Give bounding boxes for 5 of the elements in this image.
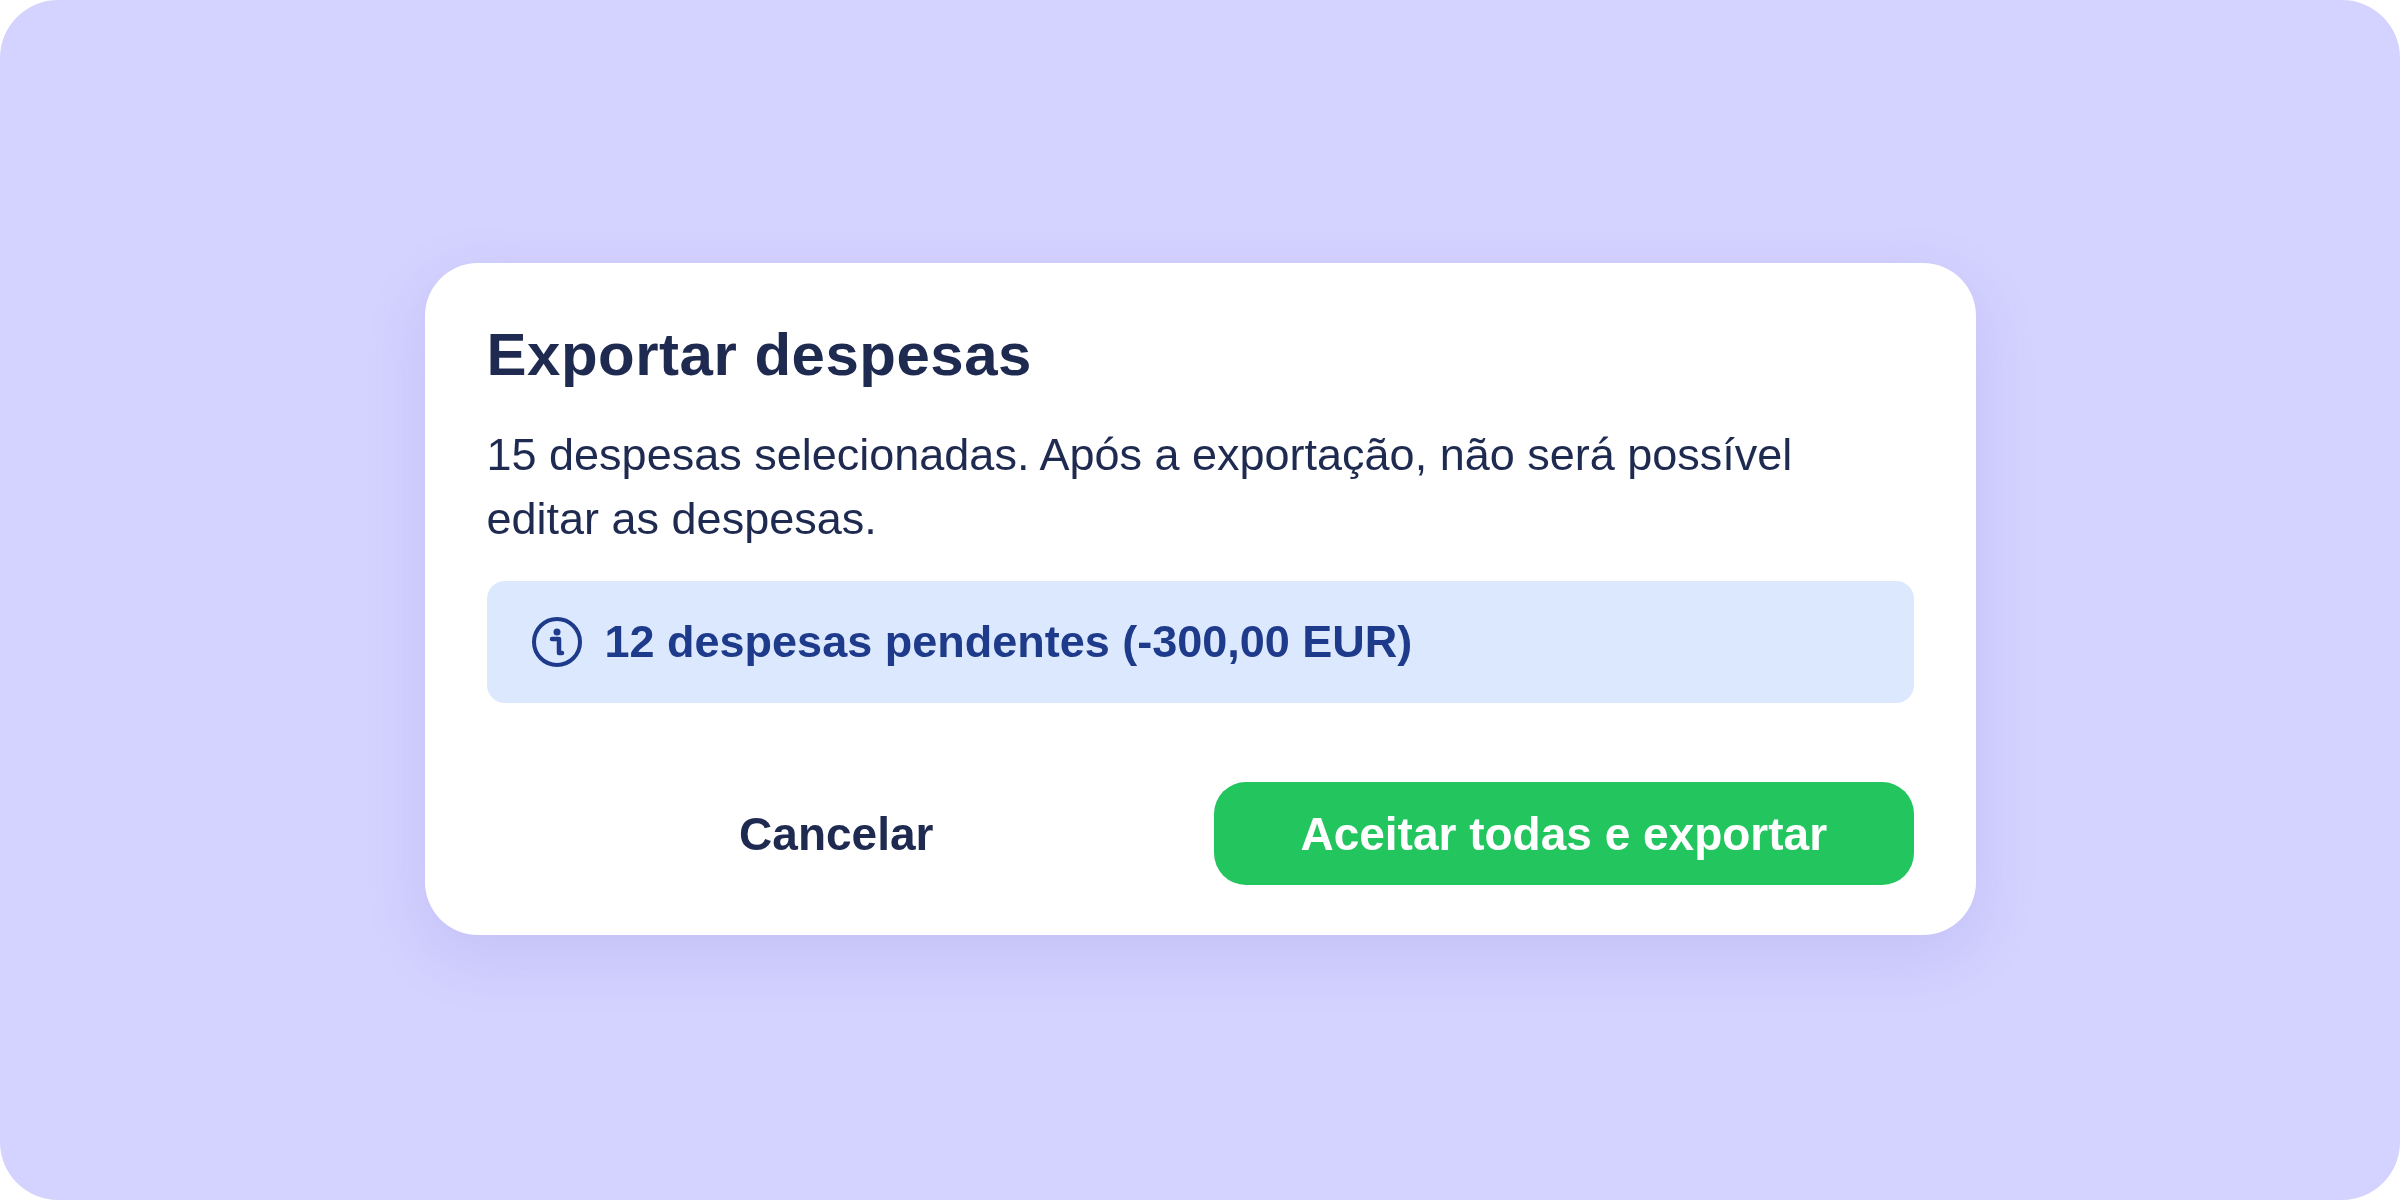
dialog-title: Exportar despesas bbox=[486, 320, 1033, 390]
dialog-message: 15 despesas selecionadas. Após a exportação, não será possível editar as despesas. bbox=[486, 428, 1794, 546]
notice-text: 12 despesas pendentes (-300,00 EUR) bbox=[604, 616, 1413, 668]
cancel-button[interactable]: Cancelar bbox=[486, 782, 1186, 885]
info-icon bbox=[530, 616, 583, 668]
